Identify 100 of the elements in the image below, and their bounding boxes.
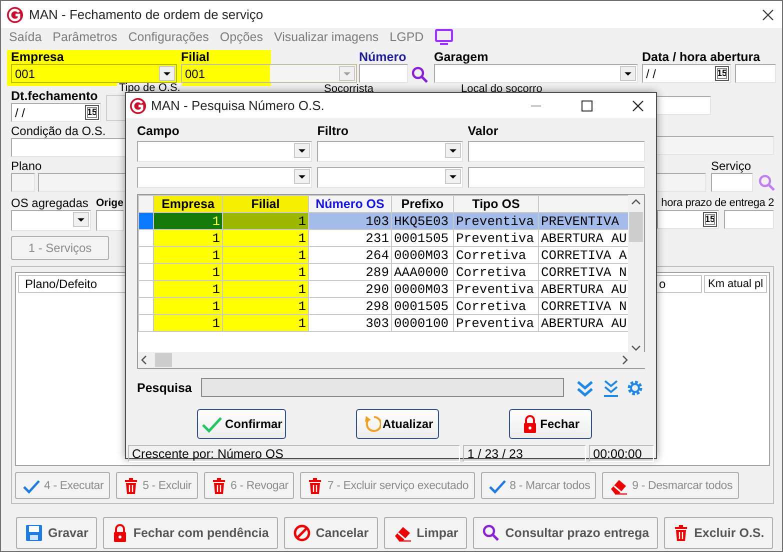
table-cell: 1 <box>222 264 308 280</box>
dropdown-field[interactable] <box>11 210 91 231</box>
close-icon[interactable] <box>762 8 774 20</box>
column-header[interactable]: Filial <box>222 196 308 212</box>
field-label: Filial <box>181 50 210 64</box>
table-cell: 1 <box>222 298 308 314</box>
table-cell: 1 <box>222 314 308 332</box>
double-chevron-icon[interactable] <box>576 378 594 396</box>
table-cell: Corretiva <box>454 264 538 280</box>
caret-icon[interactable] <box>294 143 310 158</box>
input-field[interactable] <box>359 64 408 83</box>
caret-icon[interactable] <box>620 66 636 81</box>
dropdown-field[interactable] <box>317 141 463 162</box>
table-cell: 290 <box>308 280 392 298</box>
table-cell: 1 <box>222 246 308 264</box>
column-header[interactable]: Prefixo <box>392 196 454 212</box>
close-icon[interactable] <box>632 100 644 112</box>
table-cell: ABERTURA AU <box>538 230 628 246</box>
field-label: Orige <box>96 196 124 210</box>
save-icon <box>25 524 43 542</box>
row-indicator[interactable] <box>138 314 154 332</box>
table-cell: CORRETIVA N <box>538 298 628 314</box>
settings-icon[interactable] <box>626 378 644 396</box>
dialog-button[interactable]: Atualizar <box>356 409 440 439</box>
table-cell: Preventiva <box>454 212 538 230</box>
dialog-button[interactable]: Confirmar <box>197 409 286 439</box>
caret-icon[interactable] <box>444 143 461 158</box>
menu-item[interactable]: LGPD <box>390 30 424 44</box>
table-cell: 1 <box>222 230 308 246</box>
field-label: OS agregadas <box>11 196 88 210</box>
menu-item[interactable]: Saída <box>9 30 42 44</box>
caret-icon[interactable] <box>73 212 89 227</box>
dialog-button[interactable]: Fechar <box>509 409 592 439</box>
column-header[interactable]: Tipo OS <box>454 196 538 212</box>
dropdown-field[interactable]: 001 <box>181 64 357 83</box>
menu-item[interactable]: Parâmetros <box>52 30 118 44</box>
input-field[interactable] <box>711 173 753 192</box>
table-cell: 103 <box>308 212 392 230</box>
check-icon <box>488 478 506 494</box>
input-field[interactable] <box>468 141 645 162</box>
table-cell: 1 <box>154 280 222 298</box>
dropdown-field[interactable]: 001 <box>11 64 177 83</box>
action-button[interactable]: Cancelar <box>284 517 378 549</box>
table-cell: 298 <box>308 298 392 314</box>
input-field[interactable] <box>96 210 124 231</box>
horizontal-scrollbar[interactable] <box>138 352 645 368</box>
dropdown-field[interactable] <box>137 141 312 162</box>
caret-icon[interactable] <box>294 169 310 184</box>
input-field[interactable] <box>11 173 35 192</box>
vertical-scrollbar[interactable] <box>628 195 644 352</box>
table-cell: 303 <box>308 314 392 332</box>
table-cell: CORRETIVA N <box>538 264 628 280</box>
table-cell: Corretiva <box>454 298 538 314</box>
lock-icon <box>522 414 538 434</box>
input-field[interactable] <box>201 378 564 397</box>
column-header[interactable]: Número OS <box>308 196 392 212</box>
input-field[interactable] <box>735 64 776 83</box>
date-value: / / <box>646 66 656 80</box>
dropdown-field[interactable] <box>317 167 463 188</box>
status-text: Crescente por: Número OS <box>128 445 460 462</box>
input-field[interactable] <box>724 210 774 229</box>
menu-item[interactable]: Opções <box>220 30 263 44</box>
field-label: Campo <box>137 124 180 138</box>
row-indicator[interactable] <box>138 212 154 230</box>
window-title: MAN - Fechamento de ordem de serviço <box>29 8 264 22</box>
status-text: 1 / 23 / 23 <box>463 445 586 462</box>
column-header[interactable]: Empresa <box>154 196 222 212</box>
table-cell: 0000M03 <box>392 280 454 298</box>
column-header: Km atual pl <box>704 275 767 293</box>
action-button[interactable]: Gravar <box>16 517 98 549</box>
action-button[interactable]: Consultar prazo entrega <box>473 517 658 549</box>
row-indicator[interactable] <box>138 264 154 280</box>
row-indicator[interactable] <box>138 230 154 246</box>
monitor-icon[interactable] <box>434 29 453 45</box>
table-cell: 1 <box>154 212 222 230</box>
status-text: 00:00:00 <box>589 445 654 462</box>
row-indicator[interactable] <box>138 246 154 264</box>
table-cell: 1 <box>154 246 222 264</box>
search-icon[interactable] <box>411 66 429 84</box>
action-button[interactable]: Limpar <box>384 517 468 549</box>
input-field[interactable] <box>468 167 645 188</box>
field-label: hora prazo de entrega 2 <box>661 196 774 210</box>
field-label: Filtro <box>317 124 350 138</box>
search-icon[interactable] <box>482 524 500 542</box>
menu-item[interactable]: Visualizar imagens <box>274 30 379 44</box>
dropdown-field[interactable] <box>434 64 638 83</box>
caret-icon[interactable] <box>444 169 461 184</box>
dropdown-field[interactable] <box>137 167 312 188</box>
search-icon[interactable] <box>758 174 776 192</box>
chevron-bottom-icon[interactable] <box>602 378 620 396</box>
menu-item[interactable]: Configurações <box>128 30 209 44</box>
table-cell: 1 <box>154 230 222 246</box>
field-label: Número <box>359 50 406 64</box>
action-button[interactable]: Fechar com pendência <box>103 517 278 549</box>
table-cell: 0000100 <box>392 314 454 332</box>
action-button[interactable]: Excluir O.S. <box>664 517 774 549</box>
row-indicator[interactable] <box>138 280 154 298</box>
caret-icon[interactable] <box>159 66 175 81</box>
row-indicator[interactable] <box>138 298 154 314</box>
maximize-icon[interactable] <box>581 100 593 112</box>
